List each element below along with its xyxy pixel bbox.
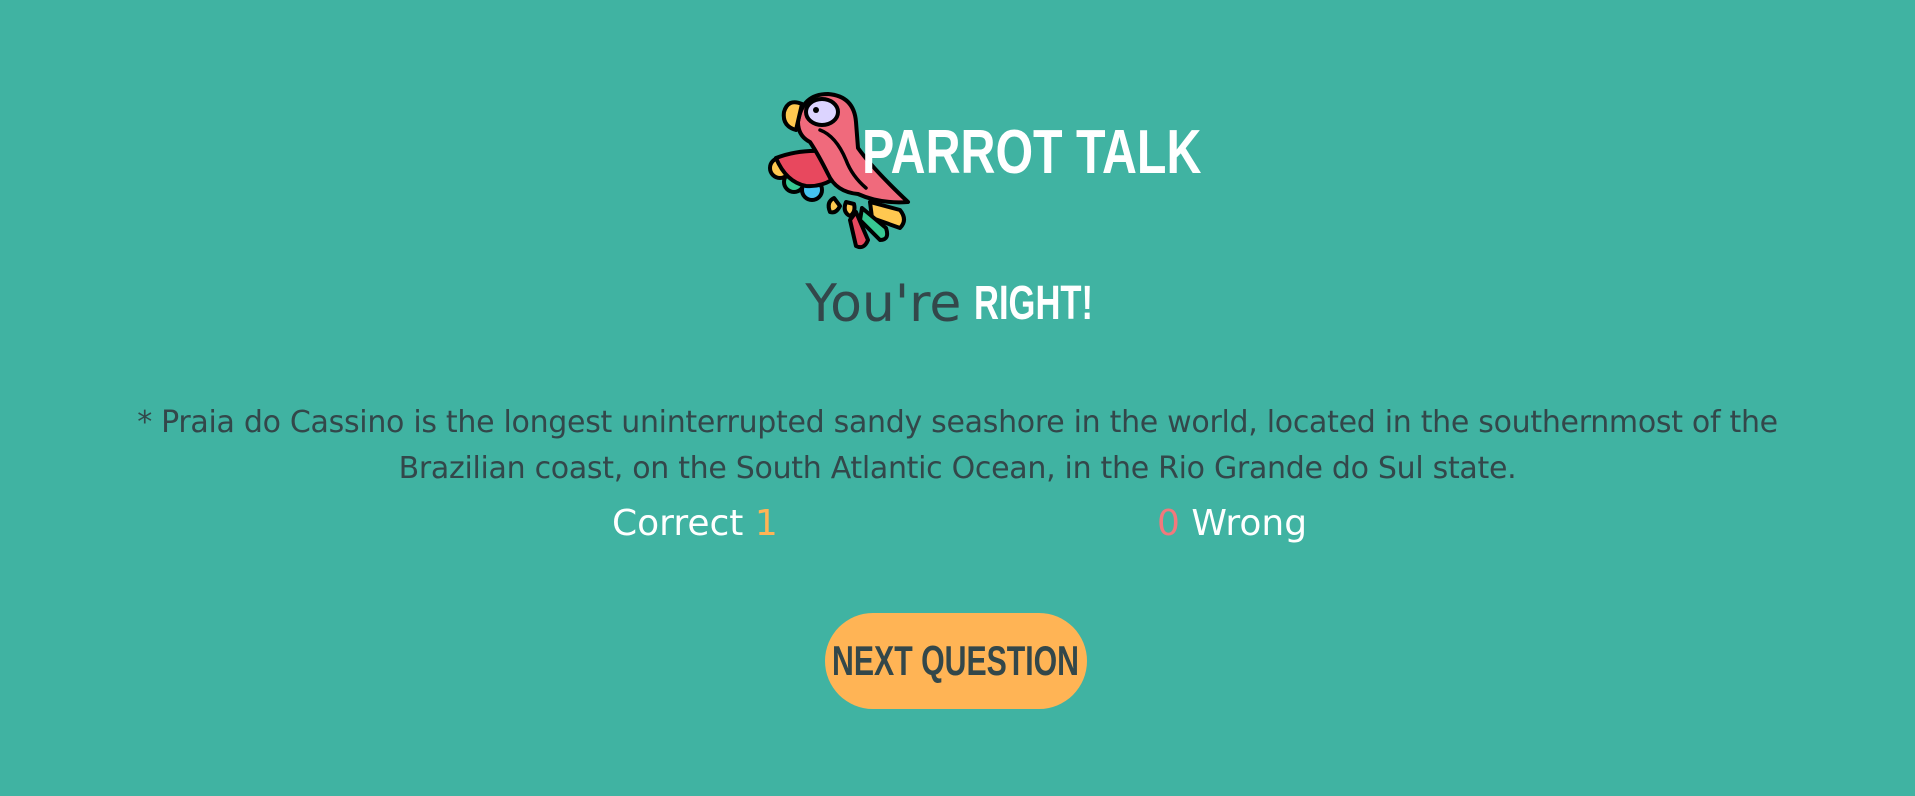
correct-score: Correct 1 [612, 506, 778, 542]
correct-count: 1 [754, 503, 778, 544]
next-question-label: NEXT QUESTION [832, 637, 1080, 684]
result-verdict: RIGHT! [974, 277, 1094, 330]
fact-text: * Praia do Cassino is the longest uninte… [137, 405, 1778, 486]
result-message: You're RIGHT! [0, 278, 1915, 330]
result-prefix: You're [805, 274, 962, 334]
wrong-score: 0 Wrong [1157, 506, 1307, 542]
app-title: PARROT TALK [862, 118, 1202, 187]
app-header: PARROT TALK [0, 90, 1915, 250]
correct-label: Correct [612, 503, 744, 544]
wrong-label: Wrong [1191, 503, 1308, 544]
next-question-button[interactable]: NEXT QUESTION [825, 613, 1087, 709]
wrong-count: 0 [1157, 503, 1180, 544]
